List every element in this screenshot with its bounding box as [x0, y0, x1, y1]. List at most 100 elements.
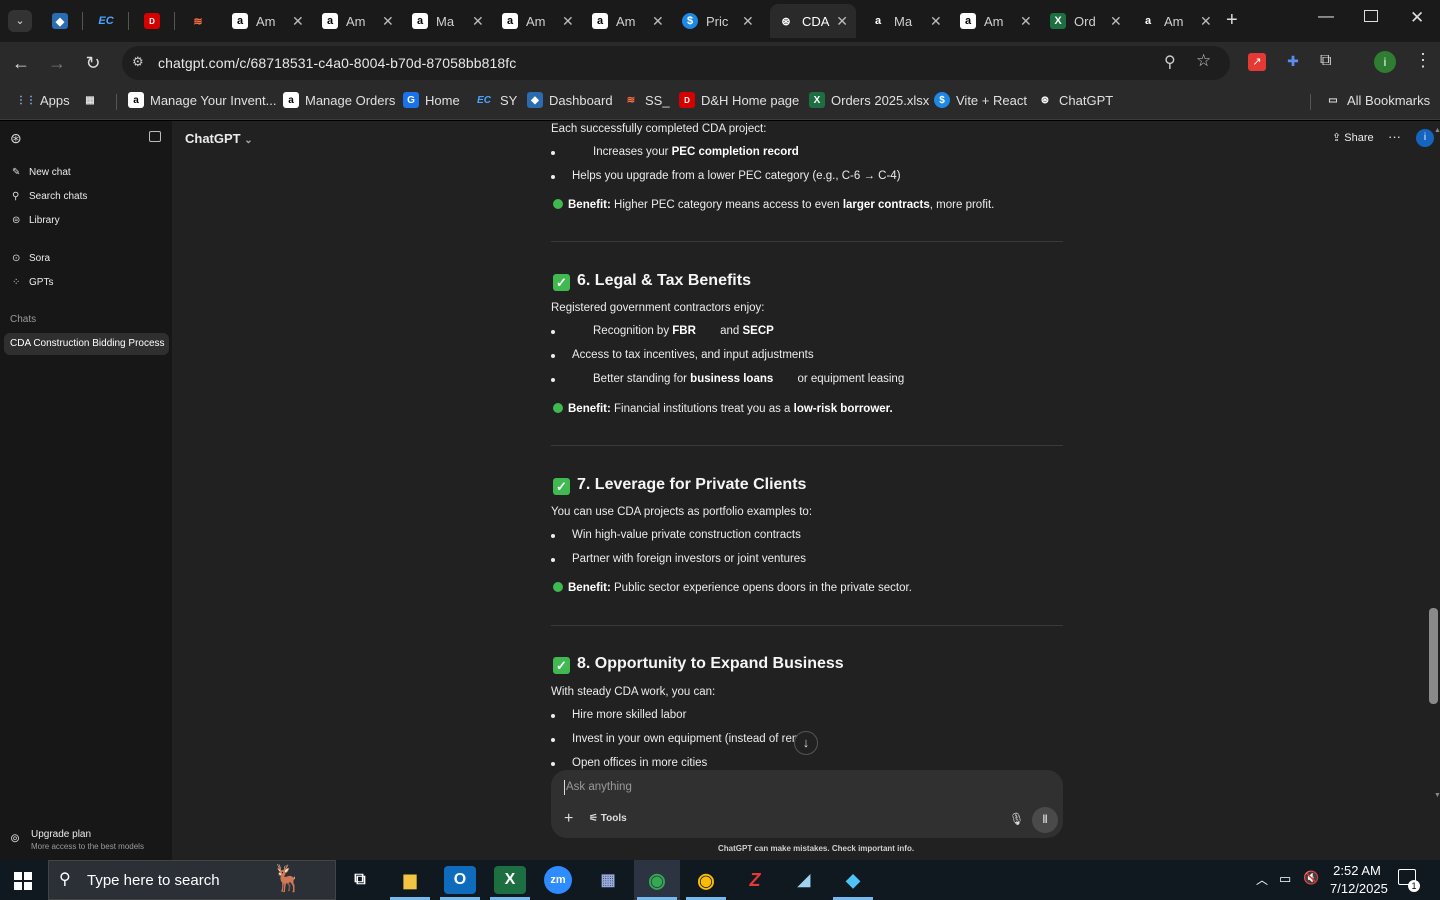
- gpts-button[interactable]: ⁘ GPTs: [12, 277, 53, 288]
- address-bar[interactable]: ⚙ chatgpt.com/c/68718531-c4a0-8004-b70d-…: [122, 46, 1230, 80]
- bookmark-home[interactable]: G Home: [403, 92, 460, 108]
- all-bookmarks-folder[interactable]: ▭ All Bookmarks: [1325, 92, 1430, 108]
- close-icon[interactable]: ✕: [292, 13, 304, 30]
- bookmark-sy[interactable]: EC SY: [474, 92, 517, 108]
- show-hidden-icons-chevron-icon[interactable]: ︿: [1256, 871, 1268, 888]
- site-settings-icon[interactable]: ⚙: [132, 54, 144, 70]
- filezilla-icon[interactable]: Z: [739, 866, 771, 894]
- tab-pricing[interactable]: $ Pric ✕: [674, 4, 762, 38]
- new-tab-plus-icon[interactable]: +: [1226, 9, 1238, 32]
- chrome-icon[interactable]: ◉: [641, 866, 673, 894]
- library-button[interactable]: ⊜ Library: [12, 215, 60, 226]
- volume-muted-icon[interactable]: 🔇: [1303, 870, 1319, 886]
- restore-icon[interactable]: [1364, 10, 1378, 22]
- browser-menu-icon[interactable]: ⋮: [1414, 50, 1432, 71]
- zoom-icon[interactable]: ⚲: [1164, 52, 1176, 72]
- upgrade-plan-button[interactable]: Upgrade plan: [31, 829, 91, 840]
- outlook-icon[interactable]: O: [444, 866, 476, 894]
- close-icon[interactable]: ✕: [1020, 13, 1032, 30]
- bookmark-manage-inventory[interactable]: a Manage Your Invent...: [128, 92, 276, 108]
- bookmark-orders-xlsx[interactable]: X Orders 2025.xlsx: [809, 92, 929, 108]
- openai-logo-icon[interactable]: ⊛: [10, 130, 22, 147]
- close-icon[interactable]: ✕: [472, 13, 484, 30]
- bookmark-apps[interactable]: ⋮⋮ Apps: [16, 92, 70, 108]
- task-view-icon[interactable]: ⧉: [344, 866, 376, 894]
- clock-date[interactable]: 7/12/2025: [1330, 881, 1388, 896]
- tab-amazon-3[interactable]: a Ma ✕: [404, 4, 492, 38]
- minimize-icon[interactable]: —: [1318, 8, 1334, 26]
- add-attachment-plus-icon[interactable]: +: [564, 810, 573, 828]
- bookmark-ss[interactable]: ≋ SS_: [623, 92, 670, 108]
- tab-excel-orders[interactable]: X Ord ✕: [1042, 4, 1130, 38]
- back-arrow-icon[interactable]: ←: [8, 50, 34, 76]
- user-avatar[interactable]: i: [1416, 129, 1434, 147]
- chat-history-item-active[interactable]: CDA Construction Bidding Process: [4, 333, 169, 355]
- more-options-icon[interactable]: ···: [1388, 129, 1401, 144]
- bookmark-dashboard[interactable]: ◆ Dashboard: [527, 92, 613, 108]
- scrollbar-thumb[interactable]: [1429, 608, 1438, 704]
- share-button[interactable]: ⇪ Share: [1332, 131, 1374, 144]
- scroll-up-arrow-icon[interactable]: ▲: [1434, 127, 1440, 134]
- taskbar-search-box[interactable]: ⚲ Type here to search 🦌: [48, 860, 336, 900]
- close-icon[interactable]: ✕: [930, 13, 942, 30]
- extension-arrow-icon[interactable]: ↗: [1248, 53, 1266, 71]
- close-icon[interactable]: ✕: [1110, 13, 1122, 30]
- close-icon[interactable]: ✕: [836, 13, 848, 30]
- tab-search-chevron-icon[interactable]: ⌄: [8, 10, 32, 32]
- bookmark-tab-groups[interactable]: ▦: [82, 92, 104, 108]
- tab-amazon-4[interactable]: a Am ✕: [494, 4, 582, 38]
- tab-amazon-2[interactable]: a Am ✕: [314, 4, 402, 38]
- tab-amazon-6[interactable]: a Ma ✕: [862, 4, 950, 38]
- sora-button[interactable]: ⊙ Sora: [12, 253, 50, 264]
- bookmark-chatgpt[interactable]: ⊛ ChatGPT: [1037, 92, 1113, 108]
- search-chats-button[interactable]: ⚲ Search chats: [12, 191, 87, 202]
- tab-ec[interactable]: EC: [90, 4, 122, 38]
- model-selector[interactable]: ChatGPT ⌄: [185, 131, 253, 146]
- reload-icon[interactable]: ↻: [80, 50, 106, 76]
- notes-app-icon[interactable]: ◢: [788, 866, 820, 894]
- forward-arrow-icon[interactable]: →: [44, 50, 70, 76]
- amazon-icon: a: [502, 13, 518, 29]
- extension-puzzle-blue-icon[interactable]: ✚: [1284, 53, 1302, 71]
- zoom-app-icon[interactable]: zm: [544, 866, 572, 894]
- tab-amazon-1[interactable]: a Am ✕: [224, 4, 312, 38]
- new-chat-button[interactable]: ✎ New chat: [12, 167, 71, 178]
- profile-avatar-icon[interactable]: i: [1374, 51, 1396, 73]
- clock-time[interactable]: 2:52 AM: [1332, 863, 1382, 878]
- bookmark-manage-orders[interactable]: a Manage Orders: [283, 92, 395, 108]
- tab-chatgpt-active[interactable]: ⊛ CDA ✕: [770, 4, 856, 38]
- network-icon[interactable]: ▭: [1279, 871, 1291, 887]
- scroll-down-arrow-icon[interactable]: ▼: [1434, 792, 1440, 799]
- excel-icon[interactable]: X: [494, 866, 526, 894]
- chrome-profile-2-icon[interactable]: ◉: [690, 866, 722, 894]
- tab-amazon-7[interactable]: a Am ✕: [952, 4, 1040, 38]
- cube-app-taskbar-icon[interactable]: ◆: [837, 866, 869, 894]
- scroll-to-bottom-arrow-icon[interactable]: ↓: [794, 731, 818, 755]
- windows-start-icon[interactable]: [14, 872, 32, 890]
- tab-amazon-5[interactable]: a Am ✕: [584, 4, 672, 38]
- close-icon[interactable]: ✕: [382, 13, 394, 30]
- microphone-icon[interactable]: 🎙: [1009, 812, 1024, 826]
- url-text[interactable]: chatgpt.com/c/68718531-c4a0-8004-b70d-87…: [158, 55, 516, 71]
- tab-cube-app[interactable]: ◆: [44, 4, 76, 38]
- close-icon[interactable]: ✕: [742, 13, 754, 30]
- dollar-icon: $: [934, 92, 950, 108]
- close-sidebar-icon[interactable]: [149, 131, 161, 142]
- bookmark-star-icon[interactable]: ☆: [1196, 51, 1211, 71]
- tab-daraz[interactable]: D: [136, 4, 168, 38]
- close-icon[interactable]: ✕: [652, 13, 664, 30]
- tools-button[interactable]: ⚟ Tools: [589, 813, 627, 824]
- calculator-icon[interactable]: ▦: [592, 866, 624, 894]
- bookmark-vite-react[interactable]: $ Vite + React: [934, 92, 1027, 108]
- extensions-puzzle-icon[interactable]: ⧉: [1320, 52, 1331, 70]
- close-icon[interactable]: ✕: [562, 13, 574, 30]
- close-window-icon[interactable]: ✕: [1410, 8, 1424, 28]
- file-explorer-icon[interactable]: ▆: [394, 866, 426, 894]
- bookmark-dh-home[interactable]: D D&H Home page: [679, 92, 799, 108]
- voice-mode-icon[interactable]: ⦀: [1032, 807, 1058, 833]
- tab-layers[interactable]: ≋: [182, 4, 214, 38]
- tab-amazon-8[interactable]: a Am ✕: [1132, 4, 1220, 38]
- close-icon[interactable]: ✕: [1200, 13, 1212, 30]
- chats-heading: Chats: [10, 314, 37, 325]
- prompt-input[interactable]: Ask anything: [566, 781, 632, 793]
